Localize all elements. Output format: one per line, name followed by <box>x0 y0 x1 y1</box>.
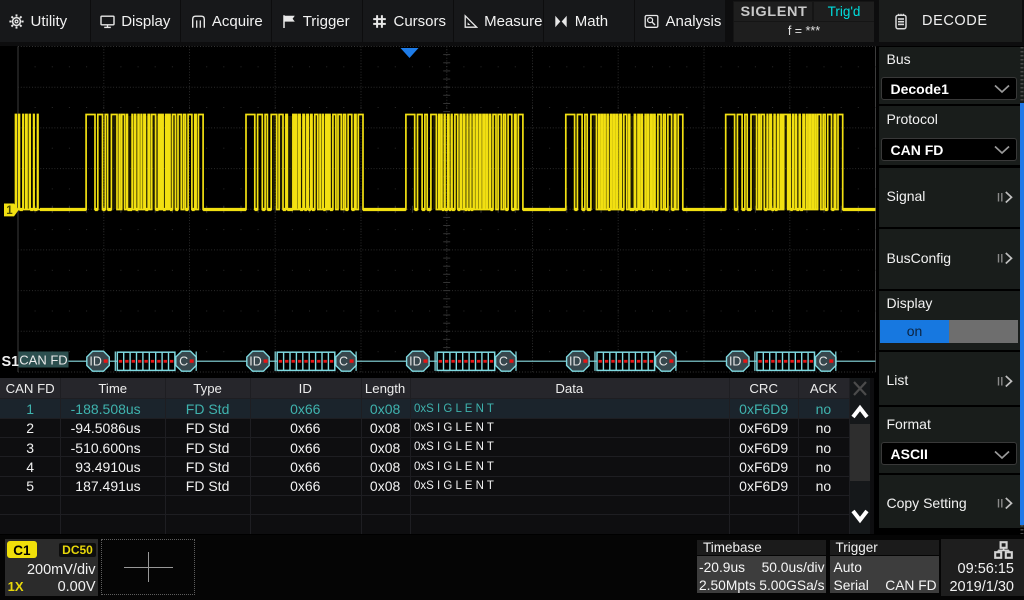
svg-text:C: C <box>819 355 828 369</box>
svg-text:ID: ID <box>409 355 422 369</box>
svg-text:ID: ID <box>89 355 102 369</box>
svg-text:C: C <box>659 355 668 369</box>
svg-text:ID: ID <box>249 355 262 369</box>
svg-text:ID: ID <box>729 355 742 369</box>
svg-text:S1: S1 <box>2 354 20 370</box>
svg-text:1: 1 <box>6 205 13 217</box>
svg-text:C: C <box>499 355 508 369</box>
svg-text:ID: ID <box>569 355 582 369</box>
svg-text:C: C <box>339 355 348 369</box>
svg-text:C: C <box>179 355 188 369</box>
svg-text:CAN FD: CAN FD <box>19 352 67 367</box>
